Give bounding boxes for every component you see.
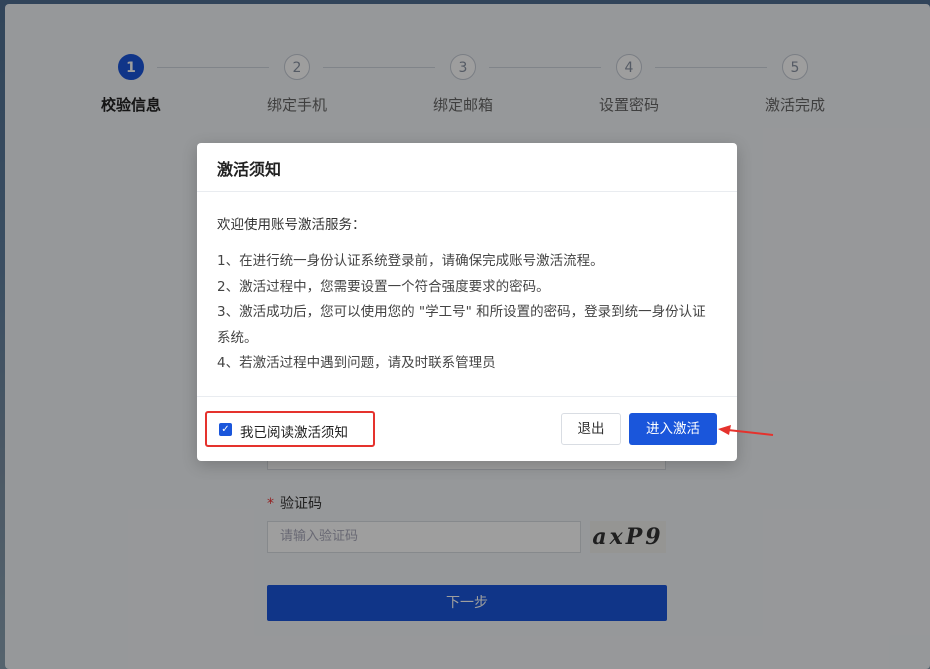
rule-item: 3、激活成功后，您可以使用您的 "学工号" 和所设置的密码，登录到统一身份认证系… [217, 304, 706, 346]
exit-button[interactable]: 退出 [561, 413, 621, 445]
activate-button[interactable]: 进入激活 [629, 413, 717, 445]
agree-checkbox-group[interactable]: ✓ 我已阅读激活须知 [205, 411, 375, 447]
rule-item: 2、激活过程中，您需要设置一个符合强度要求的密码。 [217, 278, 550, 295]
divider [197, 191, 737, 192]
dialog-intro: 欢迎使用账号激活服务： [217, 217, 366, 233]
divider [197, 396, 737, 397]
activation-notice-dialog: 激活须知 欢迎使用账号激活服务： 1、在进行统一身份认证系统登录前，请确保完成账… [197, 143, 737, 461]
agree-label[interactable]: 我已阅读激活须知 [240, 421, 348, 441]
rule-item: 4、若激活过程中遇到问题，请及时联系管理员 [217, 355, 496, 371]
checkbox-checked-icon[interactable]: ✓ [219, 423, 232, 436]
rules-list: 1、在进行统一身份认证系统登录前，请确保完成账号激活流程。 2、激活过程中，您需… [217, 249, 717, 377]
dialog-title: 激活须知 [217, 160, 282, 179]
rule-item: 1、在进行统一身份认证系统登录前，请确保完成账号激活流程。 [217, 253, 604, 269]
annotation-arrow-icon [718, 425, 774, 436]
